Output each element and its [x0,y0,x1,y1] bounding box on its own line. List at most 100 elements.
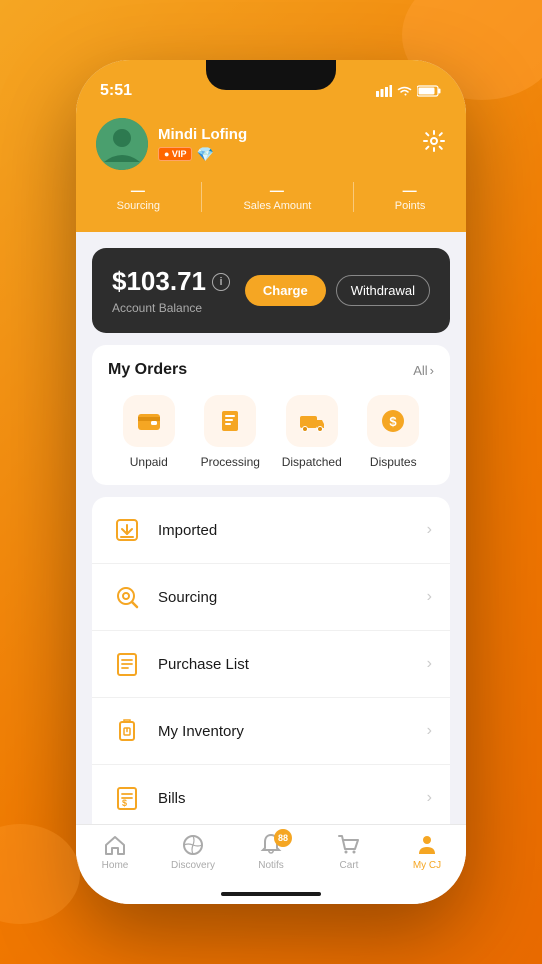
header: Mindi Lofing ● VIP 💎 — Sourcing [76,110,466,232]
balance-amount: $103.71 i [112,266,230,297]
orders-card: My Orders All › Unpaid [92,345,450,485]
nav-mycj[interactable]: My CJ [388,833,466,871]
cart-nav-label: Cart [340,860,359,871]
menu-purchase-list[interactable]: Purchase List › [92,631,450,698]
nav-cart[interactable]: Cart [310,833,388,871]
stat-divider-2 [353,182,354,212]
home-icon [103,833,127,857]
menu-imported[interactable]: Imported › [92,497,450,564]
info-icon[interactable]: i [212,273,230,291]
sales-value: — [270,182,285,198]
orders-header: My Orders All › [108,361,434,379]
order-dispatched[interactable]: Dispatched [271,395,353,469]
inventory-chevron: › [427,722,432,740]
stat-sales: — Sales Amount [243,182,311,212]
menu-bills[interactable]: $ Bills › [92,765,450,824]
diamond-badge: 💎 [196,146,212,162]
imported-icon [114,517,140,543]
balance-label: Account Balance [112,301,230,315]
bills-icon: $ [114,785,140,811]
order-processing[interactable]: Processing [190,395,272,469]
order-unpaid[interactable]: Unpaid [108,395,190,469]
discovery-nav-label: Discovery [171,860,215,871]
unpaid-label: Unpaid [130,455,168,469]
profile-left: Mindi Lofing ● VIP 💎 [96,118,247,170]
processing-icon [216,407,244,435]
purchase-chevron: › [427,655,432,673]
menu-inventory[interactable]: My Inventory › [92,698,450,765]
menu-sourcing[interactable]: Sourcing › [92,564,450,631]
purchase-icon [114,651,140,677]
orders-title: My Orders [108,361,187,379]
avatar[interactable] [96,118,148,170]
profile-row: Mindi Lofing ● VIP 💎 [96,118,446,170]
scroll-content[interactable]: My Orders All › Unpaid [76,345,466,824]
profile-info: Mindi Lofing ● VIP 💎 [158,126,247,162]
unpaid-icon-wrap [123,395,175,447]
nav-discovery[interactable]: Discovery [154,833,232,871]
bills-chevron: › [427,789,432,807]
sourcing-icon-wrap [110,580,144,614]
orders-icons-row: Unpaid Processing [108,395,434,469]
battery-icon [417,85,442,97]
status-icons [376,85,442,97]
sourcing-value: — [131,182,146,198]
dispatched-label: Dispatched [282,455,342,469]
profile-badges: ● VIP 💎 [158,146,247,162]
disputes-icon: $ [379,407,407,435]
imported-label: Imported [158,522,413,539]
svg-text:$: $ [390,414,398,429]
stats-row: — Sourcing — Sales Amount — Points [96,182,446,212]
stat-points: — Points [395,182,426,212]
balance-card: $103.71 i Account Balance Charge Withdra… [92,248,450,333]
inventory-label: My Inventory [158,723,413,740]
points-value: — [403,182,418,198]
mycj-nav-label: My CJ [413,860,441,871]
status-time: 5:51 [100,82,132,100]
nav-notifs[interactable]: 88 Notifs [232,833,310,871]
home-indicator [221,892,321,896]
points-label: Points [395,200,426,212]
purchase-label: Purchase List [158,656,413,673]
menu-card: Imported › Sourcing › [92,497,450,824]
sourcing-label: Sourcing [158,589,413,606]
svg-text:$: $ [122,798,127,808]
processing-label: Processing [201,455,260,469]
disputes-icon-wrap: $ [367,395,419,447]
dispatched-icon-wrap [286,395,338,447]
nav-home[interactable]: Home [76,833,154,871]
orders-all-link[interactable]: All › [413,363,434,378]
disputes-label: Disputes [370,455,417,469]
signal-icon [376,85,392,97]
stat-divider-1 [201,182,202,212]
processing-icon-wrap [204,395,256,447]
sourcing-icon [114,584,140,610]
home-nav-label: Home [102,860,129,871]
purchase-icon-wrap [110,647,144,681]
bills-label: Bills [158,790,413,807]
balance-left: $103.71 i Account Balance [112,266,230,315]
sourcing-chevron: › [427,588,432,606]
order-disputes[interactable]: $ Disputes [353,395,435,469]
balance-actions: Charge Withdrawal [245,275,430,306]
inventory-icon [114,718,140,744]
imported-icon-wrap [110,513,144,547]
withdrawal-button[interactable]: Withdrawal [336,275,430,306]
discovery-icon [181,833,205,857]
bills-icon-wrap: $ [110,781,144,815]
stat-sourcing: — Sourcing [117,182,160,212]
wifi-icon [397,85,412,97]
sourcing-label: Sourcing [117,200,160,212]
truck-icon [298,407,326,435]
cart-icon [337,833,361,857]
notifs-nav-label: Notifs [258,860,284,871]
charge-button[interactable]: Charge [245,275,326,306]
imported-chevron: › [427,521,432,539]
user-icon [415,833,439,857]
wallet-icon [135,407,163,435]
notif-badge: 88 [274,829,292,847]
sales-label: Sales Amount [243,200,311,212]
vip-badge: ● VIP [158,147,192,161]
phone-shell: 5:51 [76,60,466,904]
settings-icon[interactable] [422,129,446,159]
